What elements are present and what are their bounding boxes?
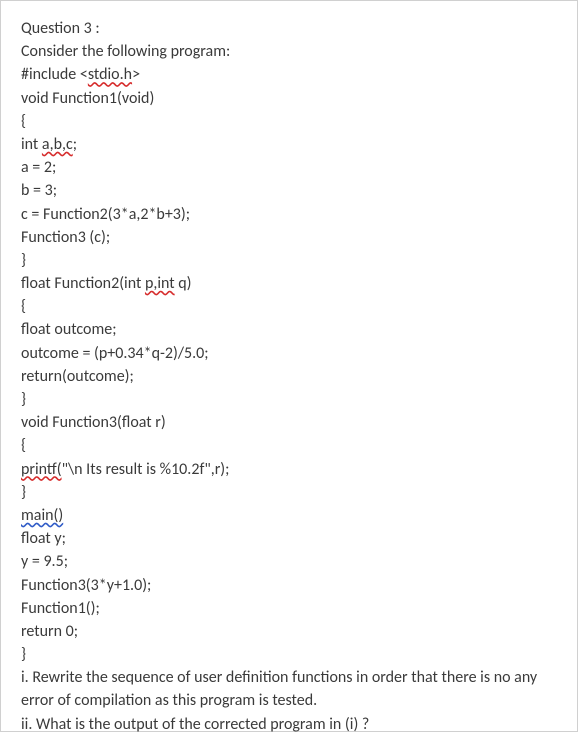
- intro-text: Consider the following program:: [21, 40, 567, 63]
- int-decl-post: ;: [73, 135, 77, 154]
- printf-squiggle: printf(: [21, 460, 62, 479]
- code-printf: printf("\n Its result is %10.2f",r);: [21, 458, 567, 481]
- code-fn3-sig: void Function3(float r): [21, 411, 567, 434]
- code-brace-open-1: {: [21, 110, 567, 133]
- code-outcome-assign: outcome = (p+0.34*q-2)/5.0;: [21, 342, 567, 365]
- subquestion-i: i. Rewrite the sequence of user definiti…: [21, 666, 567, 712]
- code-outcome-decl: float outcome;: [21, 318, 567, 341]
- question-title: Question 3 :: [21, 17, 567, 40]
- code-return0: return 0;: [21, 620, 567, 643]
- fn2-sig-pre: float Function2(int: [21, 274, 145, 293]
- main-squiggle: main(): [21, 506, 63, 525]
- subquestion-ii: ii. What is the output of the corrected …: [21, 713, 567, 736]
- code-brace-close-1: }: [21, 249, 567, 272]
- code-brace-close-4: }: [21, 643, 567, 666]
- code-brace-close-3: }: [21, 481, 567, 504]
- fn2-sig-post: q): [175, 274, 192, 293]
- code-brace-open-2: {: [21, 295, 567, 318]
- code-b-assign: b = 3;: [21, 179, 567, 202]
- include-post: >: [132, 65, 140, 84]
- include-pre: #include <: [21, 65, 88, 84]
- code-fn3-call1: Function3 (c);: [21, 226, 567, 249]
- include-squiggle: stdio.h: [88, 65, 132, 84]
- code-fn1-sig: void Function1(void): [21, 87, 567, 110]
- code-c-assign: c = Function2(3*a,2*b+3);: [21, 203, 567, 226]
- code-brace-open-3: {: [21, 434, 567, 457]
- code-fn1-call: Function1();: [21, 597, 567, 620]
- code-fn2-sig: float Function2(int p,int q): [21, 272, 567, 295]
- code-include: #include <stdio.h>: [21, 63, 567, 86]
- code-int-decl: int a,b,c;: [21, 133, 567, 156]
- int-decl-squiggle: a,b,c: [42, 135, 73, 154]
- code-a-assign: a = 2;: [21, 156, 567, 179]
- code-main: main(): [21, 504, 567, 527]
- fn2-sig-squiggle: p,int: [145, 274, 175, 293]
- code-y-assign: y = 9.5;: [21, 550, 567, 573]
- int-decl-pre: int: [21, 135, 42, 154]
- code-fn3-call2: Function3(3*y+1.0);: [21, 574, 567, 597]
- printf-rest: "\n Its result is %10.2f",r);: [62, 460, 230, 479]
- code-return-outcome: return(outcome);: [21, 365, 567, 388]
- code-brace-close-2: }: [21, 388, 567, 411]
- code-float-y: float y;: [21, 527, 567, 550]
